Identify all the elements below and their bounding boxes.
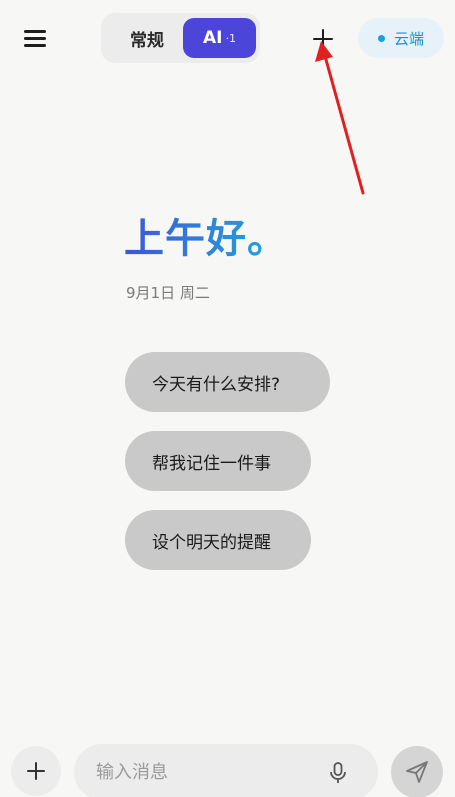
date-label: 9月1日 周二: [126, 284, 210, 302]
suggestion-chip[interactable]: 帮我记住一件事: [125, 431, 311, 491]
annotation-arrow-head: [315, 41, 333, 62]
message-input-box: [74, 744, 378, 797]
annotation-arrow-shaft: [323, 54, 365, 195]
attach-plus-icon[interactable]: [11, 746, 61, 796]
greeting-title: 上午好。: [124, 212, 288, 266]
suggestion-chip[interactable]: 今天有什么安排?: [125, 352, 330, 412]
mic-icon[interactable]: [327, 761, 349, 785]
screen: 常规 AI ·1 云端 上午好。 9月1日 周二 今天有什么安排? 帮我记住一件…: [0, 0, 455, 797]
suggestion-chip[interactable]: 设个明天的提醒: [125, 510, 311, 570]
send-icon[interactable]: [391, 746, 443, 797]
message-input[interactable]: [96, 756, 316, 788]
